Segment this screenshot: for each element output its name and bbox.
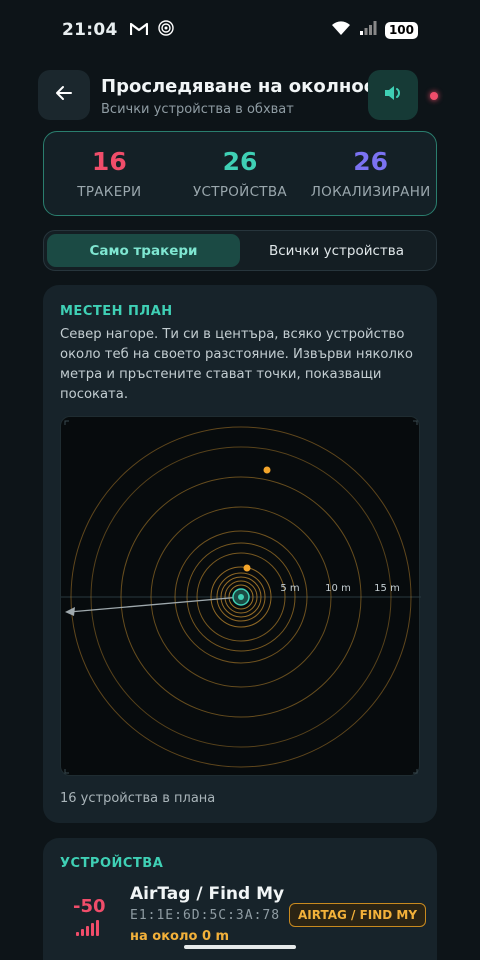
stat-value: 26 xyxy=(222,147,258,176)
toggle-trackers-only[interactable]: Само тракери xyxy=(47,234,240,267)
cell-signal-icon xyxy=(359,20,377,40)
devices-card: УСТРОЙСТВА -50 AirTag / Find My E1:1E:6D… xyxy=(43,838,437,960)
map-section-title: МЕСТЕН ПЛАН xyxy=(60,304,173,319)
device-dot[interactable] xyxy=(243,564,251,572)
gmail-icon xyxy=(129,21,148,40)
page-subtitle: Всички устройства в обхват xyxy=(101,102,294,117)
stat-value: 16 xyxy=(91,147,127,176)
stat-label: ТРАКЕРИ xyxy=(77,184,142,200)
page-title: Проследяване на околността xyxy=(101,76,371,97)
device-distance: на около 0 m xyxy=(130,929,230,944)
stat-located: 26 ЛОКАЛИЗИРАНИ xyxy=(306,147,436,200)
home-indicator[interactable] xyxy=(184,945,296,949)
heading-arrow-icon xyxy=(65,607,75,616)
map-device-count: 16 устройства в плана xyxy=(60,791,216,806)
toggle-all-devices[interactable]: Всички устройства xyxy=(240,234,433,267)
arrow-left-icon xyxy=(55,84,73,106)
device-dot[interactable] xyxy=(263,466,271,474)
map-description: Север нагоре. Ти си в центъра, всяко уст… xyxy=(60,327,413,402)
radar-map[interactable]: 5 m 10 m 15 m xyxy=(60,416,421,776)
sound-toggle-button[interactable] xyxy=(368,70,418,120)
signal-strength-icon xyxy=(76,920,99,936)
stat-label: УСТРОЙСТВА xyxy=(193,184,287,200)
local-map-card: МЕСТЕН ПЛАН Север нагоре. Ти си в център… xyxy=(43,285,437,823)
status-bar: 21:04 100 xyxy=(0,0,480,60)
speaker-icon xyxy=(383,84,403,106)
stat-devices: 26 УСТРОЙСТВА xyxy=(175,147,305,200)
device-mac: E1:1E:6D:5C:3A:78 xyxy=(130,908,281,923)
radar-canvas: 5 m 10 m 15 m xyxy=(61,420,421,774)
devices-section-title: УСТРОЙСТВА xyxy=(60,856,164,871)
filter-toggle: Само тракери Всички устройства xyxy=(43,230,437,271)
stat-label: ЛОКАЛИЗИРАНИ xyxy=(310,184,431,200)
device-type-badge: AIRTAG / FIND MY xyxy=(289,903,427,927)
device-rssi: -50 xyxy=(73,896,106,917)
device-name: AirTag / Find My xyxy=(130,884,285,904)
back-button[interactable] xyxy=(38,70,90,120)
scale-label-5m: 5 m xyxy=(280,583,299,594)
scale-label-15m: 15 m xyxy=(374,583,400,594)
wifi-icon xyxy=(331,20,351,40)
heading-line xyxy=(68,596,242,613)
stats-card: 16 ТРАКЕРИ 26 УСТРОЙСТВА 26 ЛОКАЛИЗИРАНИ xyxy=(43,131,437,216)
hotspot-icon xyxy=(157,20,174,40)
stat-value: 26 xyxy=(353,147,389,176)
scale-label-10m: 10 m xyxy=(325,583,351,594)
user-position-core xyxy=(238,594,244,600)
recording-indicator xyxy=(430,92,438,100)
stat-trackers: 16 ТРАКЕРИ xyxy=(44,147,174,200)
status-time: 21:04 xyxy=(62,20,118,40)
battery-indicator: 100 xyxy=(384,21,418,39)
app-header: Проследяване на околността Всички устрой… xyxy=(38,70,442,122)
